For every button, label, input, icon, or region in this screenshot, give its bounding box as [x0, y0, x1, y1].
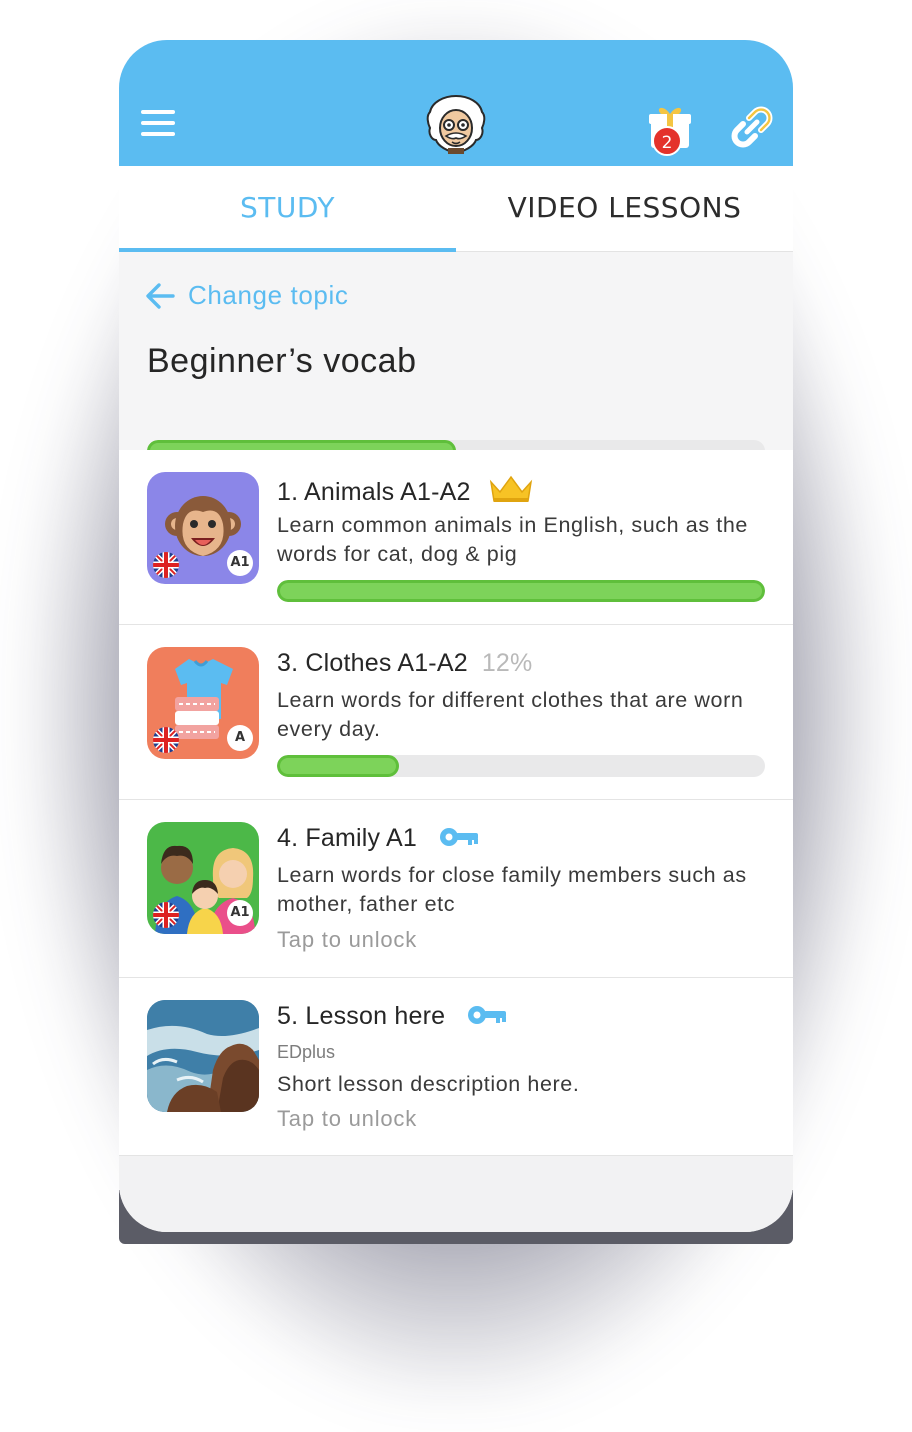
arrow-left-icon: [146, 283, 175, 309]
lesson-row-clothes[interactable]: A 3. Clothes A1-A2 12% Learn words for di…: [119, 625, 793, 800]
page-title: Beginner’s vocab: [147, 342, 417, 380]
lesson-progress-fill: [277, 755, 399, 777]
lesson-thumbnail: A1: [147, 472, 259, 584]
lesson-thumbnail: A1: [147, 822, 259, 934]
phone-screen: 2 STUDY VIDEO LESSONS Change topic Begin…: [119, 40, 793, 1232]
app-header: 2: [119, 40, 793, 166]
lesson-description: Short lesson description here.: [277, 1072, 580, 1096]
lesson-title-text: 4. Family A1: [277, 824, 417, 852]
change-topic-label: Change topic: [188, 280, 349, 310]
lesson-progress-bar: [277, 580, 765, 602]
lesson-list: A1 1. Animals A1-A2 Learn common animals…: [119, 450, 793, 1156]
tab-bar: STUDY VIDEO LESSONS: [119, 166, 793, 252]
uk-flag-icon: [153, 902, 179, 928]
lesson-title: 1. Animals A1-A2: [277, 474, 534, 507]
menu-icon[interactable]: [141, 110, 175, 136]
einstein-mascot-icon: [426, 94, 486, 154]
lesson-progress-bar: [277, 755, 765, 777]
lesson-description: Learn common animals in English, such as…: [277, 513, 748, 566]
lesson-title: 5. Lesson here: [277, 1002, 508, 1031]
lesson-progress-fill: [277, 580, 765, 602]
topic-header: Change topic Beginner’s vocab: [119, 252, 793, 462]
lesson-title-text: 1. Animals A1-A2: [277, 478, 471, 506]
level-badge: A1: [227, 900, 253, 926]
lesson-title-text: 5. Lesson here: [277, 1002, 446, 1030]
lesson-description: Learn words for close family members suc…: [277, 863, 747, 916]
level-badge: A: [227, 725, 253, 751]
key-icon: [440, 828, 479, 846]
lesson-thumbnail: A: [147, 647, 259, 759]
lesson-row-lesson-here[interactable]: 5. Lesson here EDplus Short lesson descr…: [119, 978, 793, 1156]
list-footer-space: [119, 1157, 793, 1232]
lesson-row-animals[interactable]: A1 1. Animals A1-A2 Learn common animals…: [119, 450, 793, 625]
lesson-percent: 12%: [481, 649, 533, 677]
uk-flag-icon: [153, 727, 179, 753]
link-icon[interactable]: [729, 104, 775, 150]
tap-to-unlock-label: Tap to unlock: [277, 927, 418, 952]
lesson-description: Learn words for different clothes that a…: [277, 688, 744, 741]
lesson-title-text: 3. Clothes A1-A2: [277, 649, 468, 677]
lesson-thumbnail: [147, 1000, 259, 1112]
lesson-title: 4. Family A1: [277, 824, 480, 853]
key-icon: [468, 1006, 507, 1024]
uk-flag-icon: [153, 552, 179, 578]
crown-icon: [489, 475, 532, 502]
lesson-title: 3. Clothes A1-A2 12%: [277, 649, 532, 678]
lesson-row-family[interactable]: A1 4. Family A1 Learn words for close fa…: [119, 800, 793, 978]
coast-photo: [147, 1000, 259, 1112]
gift-count-badge: 2: [652, 126, 682, 156]
tab-video-lessons[interactable]: VIDEO LESSONS: [456, 166, 793, 252]
tap-to-unlock-label: Tap to unlock: [277, 1106, 418, 1131]
lesson-author: EDplus: [277, 1042, 336, 1062]
level-badge: A1: [227, 550, 253, 576]
tab-study[interactable]: STUDY: [119, 166, 456, 252]
